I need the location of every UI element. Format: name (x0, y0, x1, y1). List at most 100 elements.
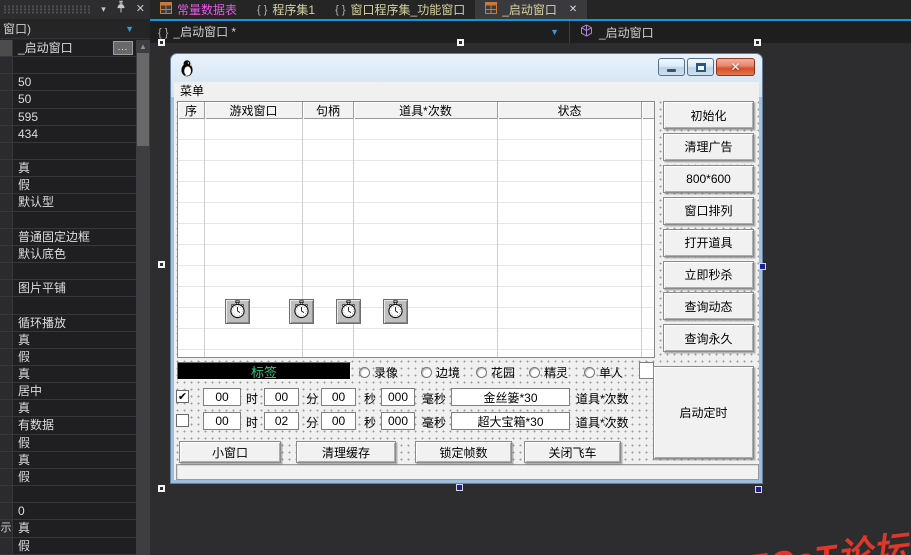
property-value-cell[interactable]: 假 (13, 469, 136, 485)
minute-field[interactable]: 02 (264, 412, 299, 430)
document-tab[interactable]: _启动窗口✕ (475, 0, 587, 19)
bottom-button[interactable]: 关闭飞车 (524, 441, 621, 463)
radio-option[interactable]: 边境 (421, 364, 460, 381)
radio-option[interactable]: 单人 (584, 364, 623, 381)
object-combobox[interactable]: 窗口) ▼ (0, 19, 150, 39)
breadcrumb-left[interactable]: { }_启动窗口 * ▼ (150, 21, 570, 43)
selection-handle[interactable] (754, 39, 761, 46)
document-tab[interactable]: { }窗口程序集_功能窗口 (325, 0, 475, 19)
column-header[interactable]: 游戏窗口 (205, 102, 303, 119)
property-row[interactable] (0, 57, 136, 74)
property-row[interactable]: 假 (0, 349, 136, 366)
checkbox[interactable]: ✔ (176, 390, 189, 403)
bottom-button[interactable]: 锁定帧数 (415, 441, 512, 463)
property-value-cell[interactable]: 真 (13, 332, 136, 348)
second-field[interactable]: 00 (321, 388, 356, 406)
property-row[interactable]: 真 (0, 332, 136, 349)
property-row[interactable] (0, 212, 136, 229)
property-row[interactable]: 50 (0, 91, 136, 108)
close-panel-icon[interactable]: ✕ (136, 0, 145, 19)
checkbox[interactable] (176, 414, 189, 427)
side-button[interactable]: 打开道具 (663, 229, 754, 257)
property-row[interactable] (0, 263, 136, 280)
chevron-down-icon[interactable]: ▾ (101, 0, 106, 19)
timer-component[interactable] (383, 299, 408, 324)
property-row[interactable]: 50 (0, 74, 136, 91)
column-header[interactable]: 道具*次数 (354, 102, 498, 119)
property-value-cell[interactable]: 循环播放 (13, 315, 136, 331)
property-row[interactable]: 假 (0, 538, 136, 555)
minimize-button[interactable] (658, 58, 685, 76)
property-row[interactable]: 假 (0, 177, 136, 194)
item-combo[interactable]: 金丝篓*30 (451, 388, 570, 406)
property-row[interactable]: 434 (0, 126, 136, 143)
property-value-cell[interactable]: 普通固定边框 (13, 229, 136, 245)
dropdown-arrow-icon[interactable]: ▼ (550, 21, 559, 43)
bottom-button[interactable]: 清理缓存 (296, 441, 396, 463)
property-value-cell[interactable] (13, 212, 136, 228)
selection-handle[interactable] (457, 39, 464, 46)
selection-handle[interactable] (755, 486, 762, 493)
property-value-cell[interactable]: 假 (13, 538, 136, 554)
property-value-cell[interactable]: 图片平铺 (13, 280, 136, 296)
property-value-cell[interactable]: 有数据 (13, 417, 136, 433)
hour-field[interactable]: 00 (203, 412, 241, 430)
milli-field[interactable]: 000 (381, 388, 415, 406)
property-value-cell[interactable]: 默认型 (13, 194, 136, 210)
breadcrumb-right[interactable]: _启动窗口 (570, 24, 654, 41)
selection-handle[interactable] (158, 485, 165, 492)
property-value-cell[interactable]: 434 (13, 126, 136, 142)
timer-component[interactable] (336, 299, 361, 324)
property-row[interactable]: 假 (0, 469, 136, 486)
property-row[interactable]: 真 (0, 452, 136, 469)
property-row[interactable]: 595 (0, 109, 136, 126)
property-value-cell[interactable] (13, 143, 136, 159)
property-value-cell[interactable]: 真 (13, 160, 136, 176)
close-button[interactable]: ✕ (716, 58, 755, 76)
property-value-cell[interactable]: 真 (13, 452, 136, 468)
second-field[interactable]: 00 (321, 412, 356, 430)
property-row[interactable]: 有数据 (0, 417, 136, 434)
property-row[interactable]: 0 (0, 503, 136, 520)
selection-handle[interactable] (456, 484, 463, 491)
side-button[interactable]: 查询永久 (663, 324, 754, 352)
property-row[interactable]: 循环播放 (0, 315, 136, 332)
milli-field[interactable]: 000 (381, 412, 415, 430)
side-button[interactable]: 800*600 (663, 165, 754, 193)
radio-option[interactable]: 花园 (476, 364, 515, 381)
property-row[interactable]: 普通固定边框 (0, 229, 136, 246)
property-row[interactable] (0, 297, 136, 314)
selection-handle[interactable] (158, 39, 165, 46)
hour-field[interactable]: 00 (203, 388, 241, 406)
dropdown-arrow-icon[interactable]: ▼ (125, 19, 134, 39)
property-value-cell[interactable] (13, 486, 136, 502)
selection-handle[interactable] (759, 263, 766, 270)
property-value-cell[interactable]: 居中 (13, 383, 136, 399)
ellipsis-button[interactable]: ... (113, 41, 133, 55)
scrollbar-thumb[interactable] (137, 53, 149, 146)
bottom-button[interactable]: 小窗口 (179, 441, 281, 463)
side-button[interactable]: 查询动态 (663, 292, 754, 320)
property-row[interactable]: 真 (0, 366, 136, 383)
property-row-object[interactable]: _启动窗口 ... (0, 40, 136, 57)
property-value-cell[interactable]: 0 (13, 503, 136, 519)
minute-field[interactable]: 00 (264, 388, 299, 406)
scrollbar[interactable]: ▲ (136, 40, 150, 555)
property-value-cell[interactable]: 50 (13, 74, 136, 90)
property-value-cell[interactable]: 假 (13, 177, 136, 193)
column-header[interactable]: 状态 (498, 102, 642, 119)
property-value-cell[interactable]: 595 (13, 109, 136, 125)
side-button[interactable]: 窗口排列 (663, 197, 754, 225)
designed-window[interactable]: ✕ 菜单 序游戏窗口句柄道具*次数状态 标签 启动定时 初始化清理广告800*6… (170, 53, 763, 484)
property-value-cell[interactable] (13, 57, 136, 73)
property-row[interactable]: 图片平铺 (0, 280, 136, 297)
property-value-cell[interactable] (13, 263, 136, 279)
close-tab-icon[interactable]: ✕ (569, 4, 577, 15)
property-row[interactable]: 示真 (0, 520, 136, 537)
property-row[interactable]: 真 (0, 160, 136, 177)
property-row[interactable]: 假 (0, 435, 136, 452)
radio-option[interactable]: 录像 (359, 364, 398, 381)
property-row[interactable]: 真 (0, 400, 136, 417)
property-value-cell[interactable]: 真 (13, 400, 136, 416)
property-value-cell[interactable] (13, 297, 136, 313)
